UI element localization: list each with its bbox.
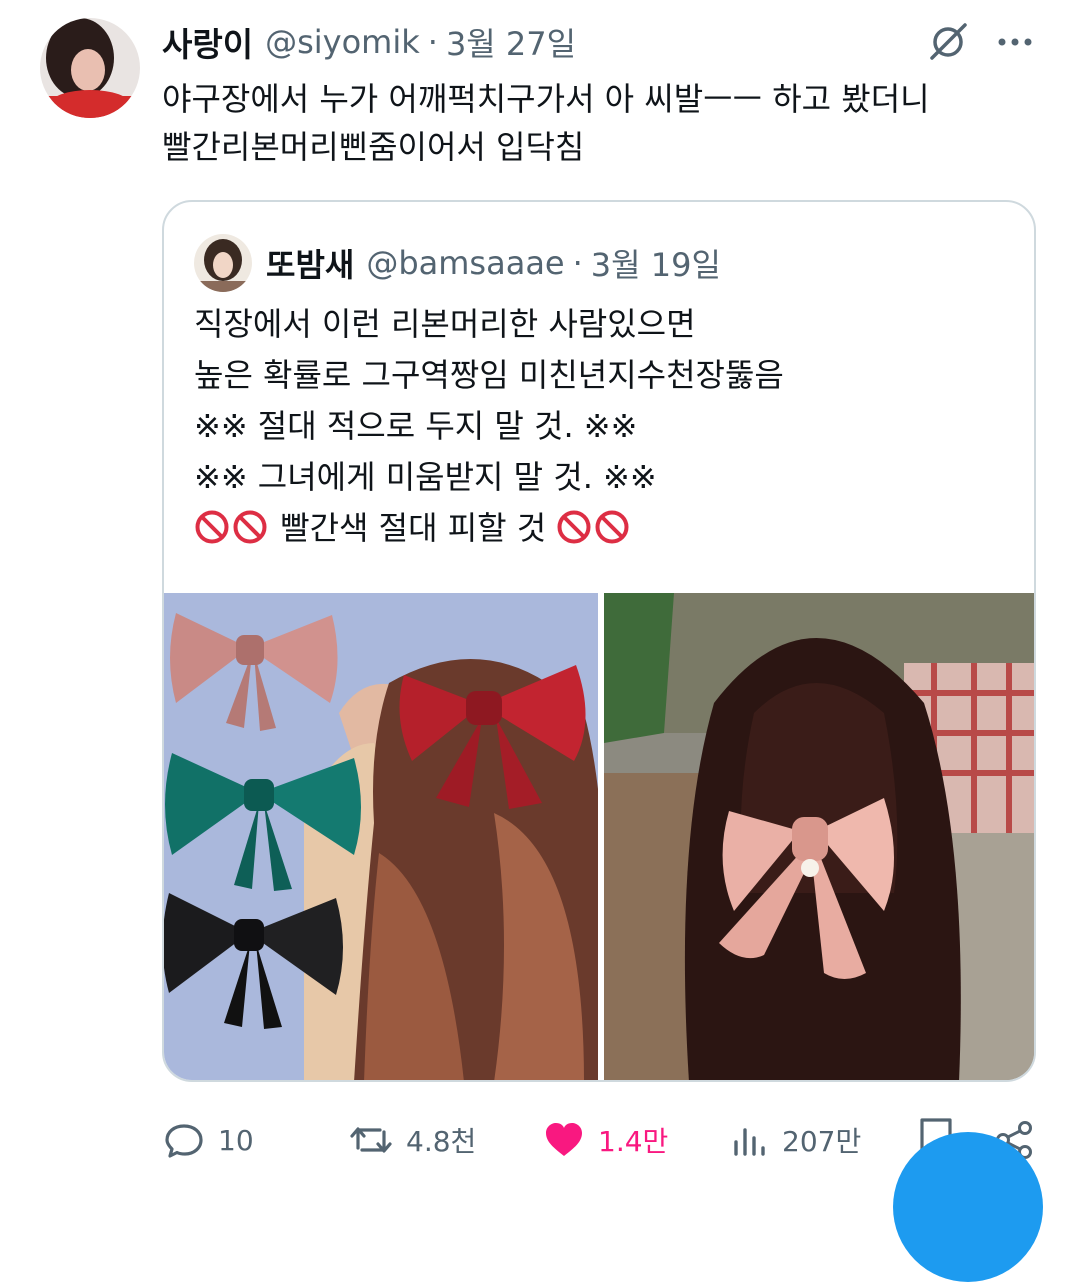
quote-author-name[interactable]: 또밤새 [266, 240, 354, 286]
views-icon [730, 1118, 770, 1162]
tweet-text: 야구장에서 누가 어깨퍽치구가서 아 씨발ㅡㅡ 하고 봤더니 빨간리본머리삔줌이… [162, 80, 930, 166]
reply-icon [162, 1118, 206, 1162]
quote-header: 또밤새 @bamsaaae · 3월 19일 [266, 240, 721, 286]
quoted-tweet[interactable]: 또밤새 @bamsaaae · 3월 19일 직장에서 이런 리본머리한 사람있… [162, 200, 1036, 1082]
author-handle[interactable]: @siyomik [265, 23, 420, 61]
like-button[interactable]: 1.4만 [542, 1112, 668, 1168]
views-count: 207만 [782, 1125, 862, 1158]
quote-line: ※※ 그녀에게 미움받지 말 것. ※※ [194, 458, 657, 496]
quote-author-handle[interactable]: @bamsaaae [366, 244, 564, 282]
media-photo-bows[interactable] [164, 593, 598, 1080]
quote-line: 높은 확률로 그구역짱임 미친년지수천장뚫음 [194, 356, 784, 394]
no-entry-icon [232, 509, 268, 545]
compose-fab-button[interactable] [893, 1132, 1043, 1282]
tweet-date[interactable]: 3월 27일 [446, 19, 576, 65]
retweet-count: 4.8천 [406, 1125, 477, 1158]
no-entry-icon [594, 509, 630, 545]
like-count: 1.4만 [598, 1125, 669, 1158]
quote-line: 직장에서 이런 리본머리한 사람있으면 [194, 305, 696, 343]
author-name[interactable]: 사랑이 [162, 18, 253, 66]
reply-count: 10 [218, 1123, 254, 1157]
retweet-button[interactable]: 4.8천 [348, 1112, 476, 1168]
quote-text: 직장에서 이런 리본머리한 사람있으면 높은 확률로 그구역짱임 미친년지수천장… [194, 299, 1014, 554]
tweet-header: 사랑이 @siyomik · 3월 27일 [162, 20, 576, 64]
no-entry-icon [194, 509, 230, 545]
more-icon[interactable] [994, 22, 1036, 62]
quote-line: 빨간색 절대 피할 것 [280, 509, 547, 547]
quote-date: 3월 19일 [590, 246, 721, 284]
grok-icon[interactable] [926, 20, 970, 64]
quote-media [164, 593, 1034, 1080]
media-photo-pink-bow[interactable] [604, 593, 1034, 1080]
like-icon [542, 1118, 586, 1162]
quote-header-separator: · [572, 244, 583, 282]
header-separator: · [427, 23, 438, 61]
views-button[interactable]: 207만 [730, 1112, 861, 1168]
quote-line-with-icons: 빨간색 절대 피할 것 [194, 503, 1014, 554]
author-avatar[interactable] [40, 18, 140, 118]
quote-line: ※※ 절대 적으로 두지 말 것. ※※ [194, 407, 638, 445]
reply-button[interactable]: 10 [162, 1112, 254, 1168]
retweet-icon [348, 1118, 394, 1162]
quote-author-avatar[interactable] [194, 234, 252, 292]
no-entry-icon [556, 509, 592, 545]
